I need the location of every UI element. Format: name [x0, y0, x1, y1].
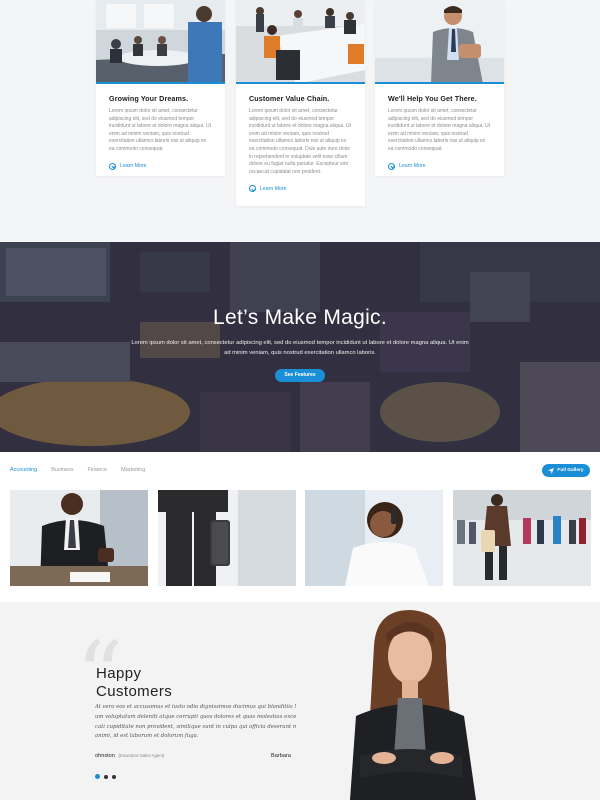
testimonial-author: ohnston (Insurance Sales Agent) [95, 753, 164, 759]
carousel-dot-2[interactable] [104, 774, 108, 779]
arrow-circle-icon [249, 185, 256, 193]
gallery-section: Accounting Business Finance Marketing Fu… [0, 452, 600, 602]
testimonials-heading: Happy Customers [96, 665, 172, 701]
full-gallery-label: Full Gallery [557, 468, 584, 473]
quote-line: cati cupiditate non provident, similique… [95, 723, 296, 730]
magic-banner: Let’s Make Magic. Lorem ipsum dolor sit … [0, 242, 600, 452]
services-section: Growing Your Dreams. Lorem ipsum dolor s… [0, 0, 600, 242]
tab-accounting[interactable]: Accounting [10, 467, 37, 473]
service-card: We'll Help You Get There. Lorem ipsum do… [375, 0, 504, 176]
tab-marketing[interactable]: Marketing [121, 467, 145, 473]
card-image-meeting [96, 0, 225, 84]
card-title: We'll Help You Get There. [388, 94, 477, 103]
card-text: Lorem ipsum dolor sit amet, consectetur … [109, 108, 212, 152]
gallery-thumb-walking-briefcase[interactable] [158, 490, 296, 586]
testimonials-section: “ Happy Customers At vero eos et accusam… [0, 602, 600, 800]
carousel-dot-1[interactable] [95, 774, 100, 779]
card-title: Growing Your Dreams. [109, 94, 189, 103]
gallery-thumb-woman-phone[interactable] [305, 490, 443, 586]
card-text: Lorem ipsum dolor sit amet, consectetur … [388, 108, 491, 152]
service-card: Customer Value Chain. Lorem ipsum dolor … [236, 0, 365, 206]
learn-more-label: Learn More [260, 185, 287, 192]
author-name: ohnston [95, 753, 115, 759]
learn-more-label: Learn More [399, 163, 426, 170]
gallery-thumb-crowd[interactable] [453, 490, 591, 586]
testimonial-quote: At vero eos et accusamus et iusto odio d… [95, 703, 296, 743]
send-icon [548, 467, 555, 474]
quote-line: um voluptatum deleniti atque corrupti qu… [95, 713, 296, 720]
banner-text: Lorem ipsum dolor sit amet, consectetur … [131, 340, 469, 356]
card-text: Lorem ipsum dolor sit amet, consectetur … [249, 108, 352, 175]
quote-line: At vero eos et accusamus et iusto odio d… [95, 704, 296, 710]
carousel-dots [95, 774, 116, 779]
gallery-thumb-man-desk[interactable] [10, 490, 148, 586]
author-role: (Insurance Sales Agent) [118, 753, 165, 758]
carousel-dot-3[interactable] [112, 774, 116, 779]
quote-line: animi, id est laborum et dolorum fuga. [95, 733, 199, 740]
heading-line-1: Happy [96, 665, 142, 682]
learn-more-link[interactable]: Learn More [388, 162, 504, 170]
tab-business[interactable]: Business [51, 467, 73, 473]
customer-portrait-image [350, 610, 476, 800]
gallery-filter-tabs: Accounting Business Finance Marketing [10, 467, 159, 473]
arrow-circle-icon [388, 162, 395, 170]
card-title: Customer Value Chain. [249, 94, 330, 103]
learn-more-link[interactable]: Learn More [249, 185, 365, 193]
learn-more-label: Learn More [120, 163, 147, 170]
card-image-boardroom [236, 0, 365, 84]
full-gallery-button[interactable]: Full Gallery [542, 464, 590, 477]
next-testimonial-author: Barbara [271, 753, 291, 759]
heading-line-2: Customers [96, 683, 173, 700]
card-image-businessman [375, 0, 504, 84]
learn-more-link[interactable]: Learn More [109, 162, 225, 170]
see-features-button[interactable]: See Features [275, 369, 325, 382]
tab-finance[interactable]: Finance [88, 467, 108, 473]
banner-title: Let’s Make Magic. [213, 306, 387, 329]
arrow-circle-icon [109, 162, 116, 170]
service-card: Growing Your Dreams. Lorem ipsum dolor s… [96, 0, 225, 176]
